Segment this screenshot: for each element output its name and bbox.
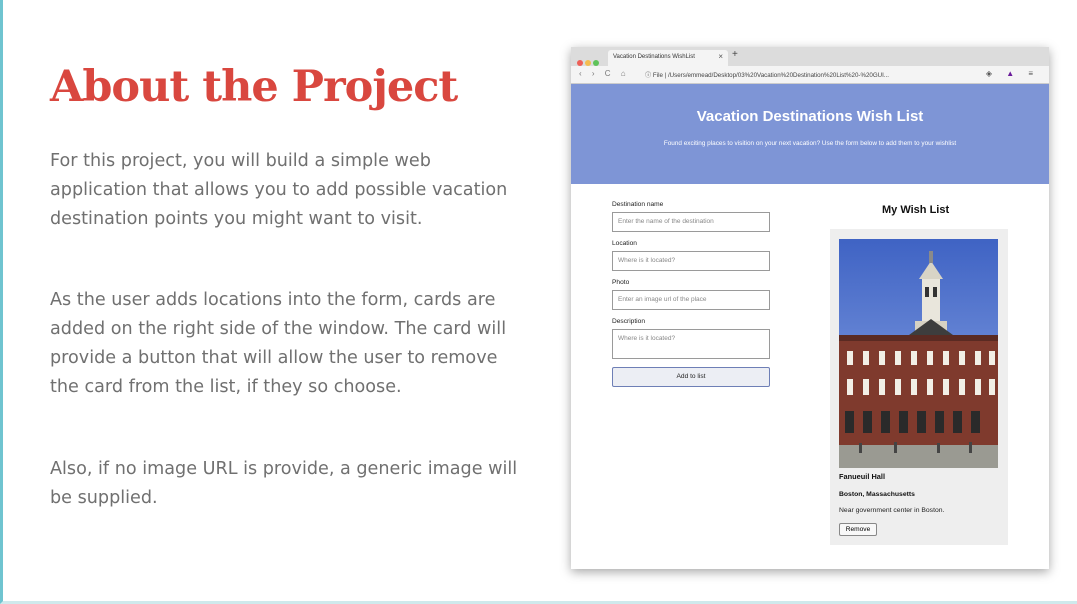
cards-paragraph: As the user adds locations into the form…: [50, 290, 507, 397]
destination-form: Destination name Enter the name of the d…: [612, 201, 772, 387]
browser-tab-bar: Vacation Destinations WishList × +: [571, 47, 1049, 66]
card-name: Fanueuil Hall: [839, 472, 885, 481]
destination-photo: [839, 239, 998, 468]
new-tab-icon[interactable]: +: [732, 49, 738, 60]
navigation-icons[interactable]: ‹ › C ⌂: [579, 69, 630, 78]
page-banner: Vacation Destinations Wish List Found ex…: [571, 84, 1049, 184]
wishlist-heading: My Wish List: [882, 204, 950, 216]
destination-label: Destination name: [612, 201, 664, 208]
tab-title: Vacation Destinations WishList: [613, 54, 695, 60]
destination-input[interactable]: Enter the name of the destination: [612, 212, 770, 232]
url-text: /Users/emmead/Desktop/03%20Vacation%20De…: [667, 72, 889, 79]
location-input[interactable]: Where is it located?: [612, 251, 770, 271]
page-subheading: Found exciting places to visition on you…: [663, 140, 957, 147]
page-heading: Vacation Destinations Wish List: [696, 108, 924, 125]
card-description: Near government center in Boston.: [839, 507, 945, 514]
location-label: Location: [612, 240, 637, 247]
extension-icons[interactable]: ◈ ▲ ≡: [986, 69, 1039, 78]
photo-input[interactable]: Enter an image url of the place: [612, 290, 770, 310]
url-field[interactable]: ⓘ File | /Users/emmead/Desktop/03%20Vaca…: [645, 70, 889, 79]
url-prefix: File: [652, 72, 663, 79]
slide-title: About the Project: [50, 62, 458, 112]
browser-tab[interactable]: Vacation Destinations WishList ×: [608, 50, 728, 66]
card-location: Boston, Massachusetts: [839, 491, 915, 498]
photo-label: Photo: [612, 279, 630, 286]
description-label: Description: [612, 318, 645, 325]
tab-close-icon[interactable]: ×: [718, 52, 723, 61]
slide: About the Project For this project, you …: [0, 0, 1077, 604]
image-paragraph: Also, if no image URL is provide, a gene…: [50, 459, 518, 508]
destination-card: Fanueuil Hall Boston, Massachusetts Near…: [830, 229, 1008, 545]
add-to-list-button[interactable]: Add to list: [612, 367, 770, 387]
remove-button[interactable]: Remove: [839, 523, 877, 536]
intro-paragraph: For this project, you will build a simpl…: [50, 151, 508, 229]
address-bar: ‹ › C ⌂ ⓘ File | /Users/emmead/Desktop/0…: [571, 66, 1049, 84]
browser-screenshot: Vacation Destinations WishList × + ‹ › C…: [571, 47, 1049, 569]
description-textarea[interactable]: Where is it located?: [612, 329, 770, 359]
